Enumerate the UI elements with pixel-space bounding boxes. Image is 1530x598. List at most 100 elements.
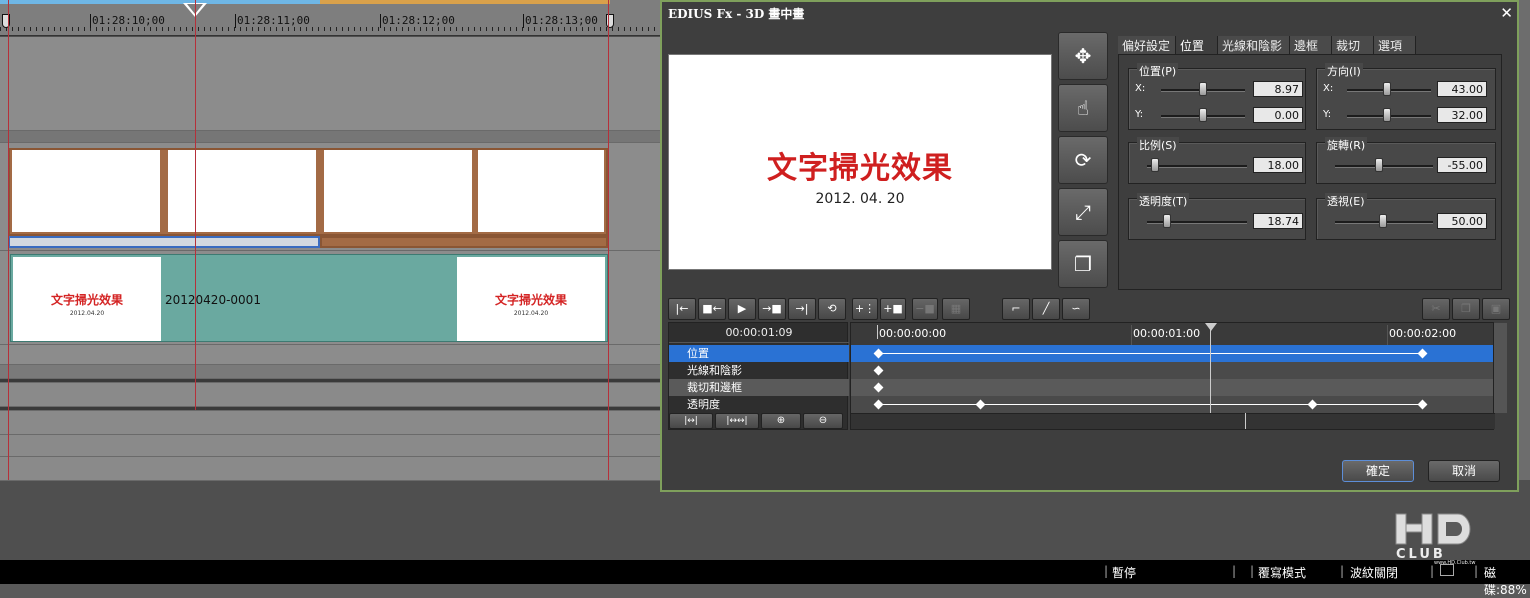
perspective-thumb[interactable]: [1379, 214, 1387, 228]
in-out-range-bar: [0, 0, 320, 4]
status-separator: |: [1474, 564, 1479, 578]
perspective-group: 透視(E) 50.00: [1316, 193, 1496, 240]
kf-playhead-handle[interactable]: [1205, 323, 1217, 331]
add-keyframes-icon: +⋮: [854, 302, 876, 315]
add-keyframe-button[interactable]: +■: [880, 298, 906, 320]
direction-y-thumb[interactable]: [1383, 108, 1391, 122]
ok-button[interactable]: 確定: [1342, 460, 1414, 482]
kf-track-light-shadow[interactable]: 光線和陰影: [669, 362, 849, 379]
tab-preferences[interactable]: 偏好設定: [1118, 36, 1176, 54]
position-y-thumb[interactable]: [1199, 108, 1207, 122]
status-separator: |: [1232, 564, 1237, 578]
track-t1[interactable]: [0, 383, 660, 407]
track-a5[interactable]: [0, 457, 660, 481]
opacity-field[interactable]: 18.74: [1253, 213, 1303, 229]
kf-playhead[interactable]: [1210, 327, 1211, 415]
delete-keyframe-button[interactable]: −■: [912, 298, 938, 320]
thumbnail-date: 2012.04.20: [513, 310, 549, 317]
direction-x-thumb[interactable]: [1383, 82, 1391, 96]
scale-thumb[interactable]: [1151, 158, 1159, 172]
ruler-label: 01:28:11;00: [237, 14, 310, 27]
add-keyframe-all-button[interactable]: +⋮: [852, 298, 878, 320]
perspective-field[interactable]: 50.00: [1437, 213, 1487, 229]
go-to-end-button[interactable]: →|: [788, 298, 816, 320]
track-a2[interactable]: [0, 365, 660, 379]
opacity-thumb[interactable]: [1163, 214, 1171, 228]
zoom-in-button[interactable]: ⊕: [761, 413, 801, 429]
interpolation-linear-button[interactable]: ╱: [1032, 298, 1060, 320]
kf-time-label: 00:00:00:00: [879, 327, 947, 340]
play-button[interactable]: ▶: [728, 298, 756, 320]
clip-thumbnail: 文字掃光效果 2012.04.20: [13, 257, 161, 341]
move-tool-button[interactable]: ✥: [1058, 32, 1108, 80]
track-a4[interactable]: [0, 435, 660, 457]
rotate-3d-tool-button[interactable]: ☝: [1058, 84, 1108, 132]
rotate-thumb[interactable]: [1375, 158, 1383, 172]
position-x-thumb[interactable]: [1199, 82, 1207, 96]
status-separator: |: [1430, 564, 1435, 578]
timeline-ruler[interactable]: 01:28:10;00 01:28:11;00 01:28:12;00 01:2…: [0, 0, 660, 36]
scale-tool-button[interactable]: ⤢: [1058, 188, 1108, 236]
paste-button[interactable]: ▣: [1482, 298, 1510, 320]
copy-button[interactable]: ❐: [1452, 298, 1480, 320]
zoom-full-button[interactable]: |↔↔|: [715, 413, 759, 429]
timeline-scroll-area[interactable]: [1519, 0, 1530, 480]
selected-clip-bar[interactable]: [8, 236, 320, 248]
close-icon[interactable]: ✕: [1500, 4, 1513, 22]
status-waveform[interactable]: 波紋關閉: [1350, 564, 1398, 581]
tab-crop[interactable]: 裁切: [1332, 36, 1374, 54]
clip-bar[interactable]: [320, 236, 608, 248]
zoom-out-button[interactable]: ⊖: [803, 413, 843, 429]
tab-options[interactable]: 選項: [1374, 36, 1416, 54]
x-label: X:: [1135, 83, 1146, 94]
loop-button[interactable]: ⟲: [818, 298, 846, 320]
opacity-slider[interactable]: [1147, 221, 1247, 224]
step-curve-icon: ⌐: [1011, 302, 1021, 315]
go-to-start-button[interactable]: |←: [668, 298, 696, 320]
track-v3[interactable]: [0, 37, 660, 131]
direction-x-field[interactable]: 43.00: [1437, 81, 1487, 97]
rotate-icon: ⟳: [1074, 148, 1092, 172]
rotate-slider[interactable]: [1335, 165, 1433, 168]
interpolation-hold-button[interactable]: ⌐: [1002, 298, 1030, 320]
video-clip[interactable]: 文字掃光效果 2012.04.20 20120420-0001 文字掃光效果 2…: [10, 254, 608, 342]
kf-track-position[interactable]: 位置: [669, 345, 849, 362]
track-a3[interactable]: [0, 411, 660, 435]
rotate-group: 旋轉(R) -55.00: [1316, 137, 1496, 184]
tab-position[interactable]: 位置: [1176, 36, 1218, 54]
ruler-label: 01:28:10;00: [92, 14, 165, 27]
keyframe-options-button[interactable]: ▦: [942, 298, 970, 320]
rotate-tool-button[interactable]: ⟳: [1058, 136, 1108, 184]
cut-button[interactable]: ✂: [1422, 298, 1450, 320]
clip-frame: [12, 150, 160, 232]
cancel-button[interactable]: 取消: [1428, 460, 1500, 482]
interpolation-bezier-button[interactable]: ∽: [1062, 298, 1090, 320]
kf-time-label: 00:00:02:00: [1389, 327, 1457, 340]
keyframe-timeline[interactable]: 00:00:00:00 00:00:01:00 00:00:02:00: [850, 322, 1507, 430]
kf-track-opacity[interactable]: 透明度: [669, 396, 849, 413]
status-mode[interactable]: 覆寫模式: [1258, 564, 1306, 581]
opacity-group-label: 透明度(T): [1137, 193, 1190, 209]
previous-keyframe-button[interactable]: ■←: [698, 298, 726, 320]
next-keyframe-button[interactable]: →■: [758, 298, 786, 320]
rotate-field[interactable]: -55.00: [1437, 157, 1487, 173]
track-a1[interactable]: [0, 345, 660, 365]
zoom-fit-button[interactable]: |↔|: [669, 413, 713, 429]
fit-all-icon: |↔↔|: [726, 416, 748, 426]
position-y-field[interactable]: 0.00: [1253, 107, 1303, 123]
status-separator: |: [1104, 564, 1109, 578]
tab-light-shadow[interactable]: 光線和陰影: [1218, 36, 1290, 54]
kf-lane-light-shadow[interactable]: [851, 362, 1495, 379]
scale-slider[interactable]: [1147, 165, 1247, 168]
fit-tool-button[interactable]: ❐: [1058, 240, 1108, 288]
scale-field[interactable]: 18.00: [1253, 157, 1303, 173]
kf-horizontal-scrollbar[interactable]: [851, 413, 1495, 429]
kf-vertical-scrollbar[interactable]: [1493, 323, 1507, 413]
kf-track-crop-border[interactable]: 裁切和邊框: [669, 379, 849, 396]
clip-frame: [168, 150, 316, 232]
direction-y-field[interactable]: 32.00: [1437, 107, 1487, 123]
kf-lane-crop-border[interactable]: [851, 379, 1495, 396]
tab-border[interactable]: 邊框: [1290, 36, 1332, 54]
position-x-field[interactable]: 8.97: [1253, 81, 1303, 97]
preview-canvas[interactable]: 文字掃光效果 2012. 04. 20: [668, 54, 1052, 270]
